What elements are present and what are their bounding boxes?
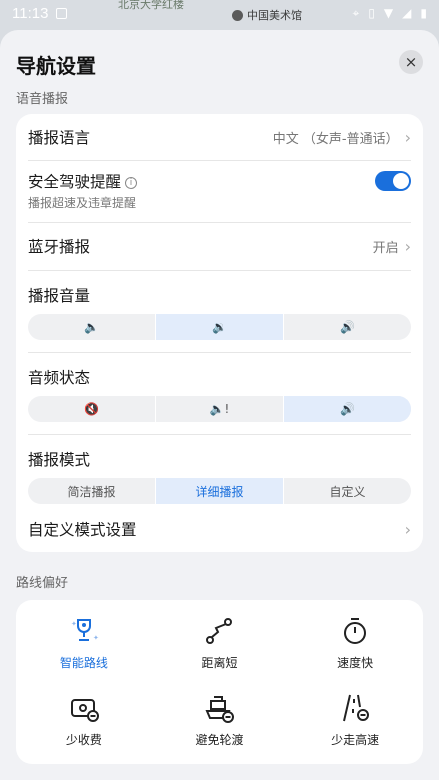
close-icon: ×: [404, 53, 418, 71]
audio-state-selector: 🔇 🔈! 🔊: [28, 396, 411, 422]
mode-label: 播报模式: [28, 451, 91, 469]
short-distance-icon: [206, 618, 233, 644]
safety-toggle[interactable]: [375, 171, 411, 191]
custom-mode-row[interactable]: 自定义模式设置 ›: [28, 518, 411, 540]
mode-detailed-option[interactable]: 详细播报: [155, 478, 283, 504]
route-option-less-highway[interactable]: 少走高速: [287, 691, 423, 748]
info-icon[interactable]: i: [125, 176, 138, 189]
volume-low-option[interactable]: 🔈: [28, 314, 155, 340]
route-option-smart[interactable]: ✦ ✦ 智能路线: [16, 614, 152, 671]
audio-mute-option[interactable]: 🔇: [28, 396, 155, 422]
route-option-label: 速度快: [337, 656, 374, 670]
divider: [28, 160, 411, 161]
speaker-low-icon: 🔈: [84, 320, 99, 334]
voice-section-label: 语音播报: [16, 92, 69, 107]
notification-icon: [56, 7, 68, 19]
ferry-icon: [205, 696, 235, 723]
close-button[interactable]: ×: [399, 50, 423, 74]
status-time: 11:13: [12, 4, 49, 22]
route-option-label: 少走高速: [331, 733, 380, 747]
volume-label: 播报音量: [28, 287, 91, 305]
svg-text:✦: ✦: [93, 634, 99, 642]
language-value: 中文 （女声-普通话）: [272, 131, 399, 147]
route-option-avoid-ferry[interactable]: 避免轮渡: [152, 691, 288, 748]
safety-row: 安全驾驶提醒 i: [28, 170, 411, 192]
route-option-label: 智能路线: [59, 656, 108, 670]
svg-text:✦: ✦: [71, 620, 77, 628]
volume-medium-option[interactable]: 🔉: [155, 314, 283, 340]
language-label: 播报语言: [28, 129, 91, 147]
speaker-on-icon: 🔊: [340, 402, 355, 416]
route-option-label: 少收费: [65, 733, 102, 747]
audio-alert-option[interactable]: 🔈!: [155, 396, 283, 422]
volume-selector: 🔈 🔉 🔊: [28, 314, 411, 340]
toll-icon: [70, 699, 99, 722]
mode-selector: 简洁播报 详细播报 自定义: [28, 478, 411, 504]
speaker-alert-icon: 🔈!: [209, 402, 230, 416]
bluetooth-row[interactable]: 蓝牙播报 开启 ›: [28, 235, 411, 257]
signal-icon: ◢: [402, 6, 412, 20]
highway-icon: [343, 694, 370, 722]
divider: [28, 222, 411, 223]
museum-icon: [232, 9, 243, 21]
status-icons: ⌖ ▯ ▼ ◢ ▮: [353, 6, 427, 21]
audio-state-label: 音频状态: [28, 369, 91, 387]
language-row[interactable]: 播报语言 中文 （女声-普通话） ›: [28, 126, 411, 148]
map-poi-label: 中国美术馆: [232, 7, 302, 23]
smart-route-icon: ✦ ✦: [71, 619, 99, 642]
route-preference-grid: ✦ ✦ 智能路线 距离短 速度快 少收费 避免轮渡 少走高速: [16, 614, 423, 748]
chevron-right-icon: ›: [404, 519, 411, 539]
vibrate-icon: ▯: [368, 6, 375, 20]
chevron-right-icon: ›: [404, 127, 411, 147]
speaker-high-icon: 🔊: [340, 320, 355, 334]
bluetooth-label: 蓝牙播报: [28, 238, 91, 256]
battery-icon: ▮: [420, 6, 427, 20]
mode-concise-option[interactable]: 简洁播报: [28, 478, 155, 504]
safety-label: 安全驾驶提醒: [28, 173, 122, 191]
route-section-label: 路线偏好: [16, 576, 69, 591]
custom-mode-label: 自定义模式设置: [28, 521, 137, 539]
route-preference-card: ✦ ✦ 智能路线 距离短 速度快 少收费 避免轮渡 少走高速: [16, 600, 423, 764]
voice-settings-card: 播报语言 中文 （女声-普通话） › 安全驾驶提醒 i 播报超速及违章提醒 蓝牙播…: [16, 114, 423, 552]
stopwatch-icon: [344, 618, 367, 644]
speaker-medium-icon: 🔉: [212, 320, 227, 334]
divider: [28, 434, 411, 435]
safety-subtitle: 播报超速及违章提醒: [28, 195, 137, 210]
divider: [28, 270, 411, 271]
page-title: 导航设置: [16, 54, 96, 78]
mode-custom-option[interactable]: 自定义: [283, 478, 411, 504]
speaker-mute-icon: 🔇: [84, 402, 99, 416]
wifi-icon: ▼: [383, 6, 394, 20]
route-option-label: 避免轮渡: [195, 733, 244, 747]
divider: [28, 352, 411, 353]
location-icon: ⌖: [352, 5, 360, 20]
route-option-less-toll[interactable]: 少收费: [16, 691, 152, 748]
volume-high-option[interactable]: 🔊: [283, 314, 411, 340]
status-bar: 11:13 ⌖ ▯ ▼ ◢ ▮: [0, 0, 439, 26]
navigation-settings-sheet: 导航设置 × 语音播报 播报语言 中文 （女声-普通话） › 安全驾驶提醒 i 播…: [0, 30, 439, 780]
route-option-fast[interactable]: 速度快: [287, 614, 423, 671]
chevron-right-icon: ›: [404, 236, 411, 256]
bluetooth-value: 开启: [372, 240, 399, 256]
audio-on-option[interactable]: 🔊: [283, 396, 411, 422]
route-option-label: 距离短: [201, 656, 238, 670]
route-option-short-distance[interactable]: 距离短: [152, 614, 288, 671]
